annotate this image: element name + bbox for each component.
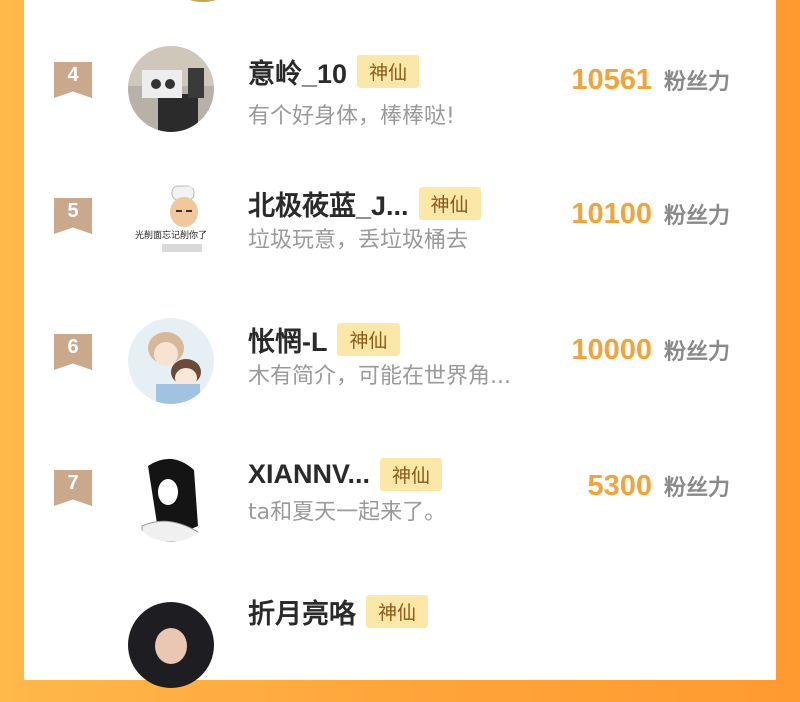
user-name[interactable]: XIANNV... [248,459,370,490]
level-badge: 神仙 [366,595,429,628]
fans-label: 粉丝力 [663,70,730,95]
avatar[interactable] [128,318,214,404]
avatar[interactable]: 光削面忘记削你了 [128,182,214,268]
rank-badge: 7 [54,470,92,506]
fans-count: 10100 粉丝力 [571,198,730,231]
list-item[interactable]: 4 意岭_10 神仙 有个好身体，棒棒哒! 10561 粉丝力 [24,46,776,150]
list-item[interactable]: 折月亮咯 神仙 [24,595,776,702]
level-badge: 神仙 [337,323,400,356]
fans-count: 10000 粉丝力 [571,334,730,367]
rank-badge: 4 [54,62,92,98]
fans-count: 10561 粉丝力 [571,64,730,97]
avatar[interactable] [128,46,214,132]
user-name[interactable]: 意岭_10 [248,52,347,91]
user-bio: 垃圾玩意，丢垃圾桶去 [248,228,469,253]
level-badge: 神仙 [357,55,420,88]
list-item[interactable]: 6 怅惘-L 神仙 木有简介，可能在世界角... 10000 粉丝力 [24,318,776,424]
fans-label: 粉丝力 [663,476,730,501]
user-name[interactable]: 折月亮咯 [248,592,356,631]
rank-badge: 6 [54,334,92,370]
ranking-card: 4 意岭_10 神仙 有个好身体，棒棒哒! 10561 粉丝力 5 光削面忘记削… [24,0,776,688]
fans-label: 粉丝力 [663,204,730,229]
rank-badge: 5 [54,198,92,234]
fans-number: 10561 [571,64,652,96]
fans-label: 粉丝力 [663,340,730,365]
fans-number: 5300 [587,470,652,502]
svg-text:光削面忘记削你了: 光削面忘记削你了 [135,229,207,241]
level-badge: 神仙 [418,187,481,220]
fans-count: 5300 粉丝力 [587,470,730,503]
list-item[interactable]: 7 XIANNV... 神仙 ta和夏天一起来了。 5300 粉丝力 [24,456,776,562]
user-name[interactable]: 怅惘-L [248,320,327,359]
avatar[interactable] [128,456,214,542]
level-badge: 神仙 [380,458,443,491]
avatar[interactable] [128,602,214,688]
fans-number: 10000 [571,334,652,366]
user-bio: ta和夏天一起来了。 [248,500,447,525]
user-bio: 有个好身体，棒棒哒! [248,104,455,129]
avatar[interactable] [160,0,246,2]
list-item[interactable]: 5 光削面忘记削你了 北极莜蓝_J... 神仙 垃圾玩意，丢垃圾桶去 10100… [24,182,776,288]
fans-number: 10100 [571,198,652,230]
user-bio: 木有简介，可能在世界角... [248,364,511,389]
user-name[interactable]: 北极莜蓝_J... [248,184,409,223]
